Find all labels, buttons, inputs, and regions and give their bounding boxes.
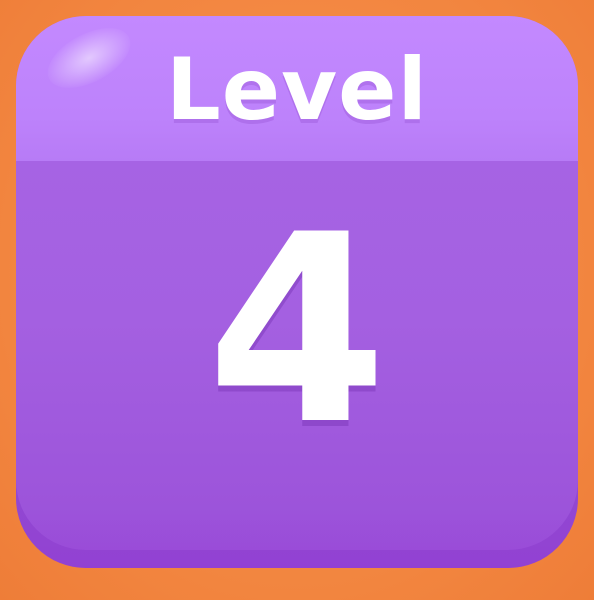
tile-bottom-shade	[16, 508, 578, 568]
level-label: Level	[166, 40, 428, 140]
game-screen: Level 4	[0, 0, 594, 600]
level-tile-button[interactable]: Level 4	[16, 16, 578, 568]
level-number: 4	[206, 180, 388, 482]
